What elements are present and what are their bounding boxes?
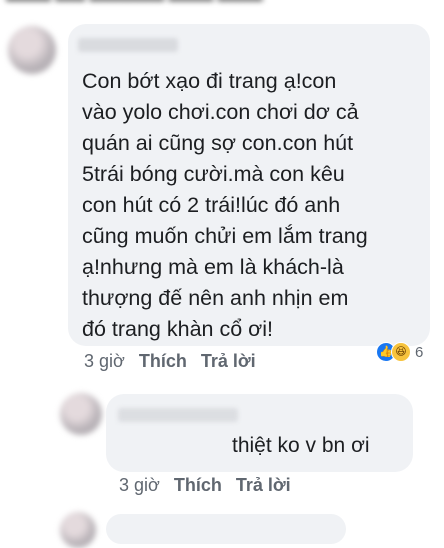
comment-timestamp[interactable]: 3 giờ [84, 351, 125, 372]
reply-like-button[interactable]: Thích [174, 475, 222, 496]
next-avatar-fragment [60, 512, 96, 548]
reply-reply-button[interactable]: Trả lời [236, 475, 291, 496]
reply-text: thiệt ko v bn ơi [232, 434, 370, 457]
next-bubble-fragment [106, 514, 346, 544]
haha-reaction-icon: 😆 [391, 342, 411, 362]
reaction-count: 6 [415, 343, 424, 361]
reply-bubble: thiệt ko v bn ơi [106, 394, 413, 472]
comment-text: Con bớt xạo đi trang ạ!con vào yolo chơi… [82, 69, 368, 341]
commenter-name[interactable] [78, 38, 178, 52]
like-button[interactable]: Thích [139, 351, 187, 372]
previous-comment-fragment: ▬▬▬ ▬▬ ▬▬▬▬▬ ▬▬▬ ▬▬▬ [6, 0, 286, 10]
comment-bubble: Con bớt xạo đi trang ạ!con vào yolo chơi… [68, 24, 430, 346]
reaction-summary[interactable]: 👍 😆 6 [374, 340, 427, 364]
replier-name[interactable] [118, 408, 238, 422]
commenter-avatar[interactable] [8, 26, 56, 74]
comment-actions: 3 giờ Thích Trả lời [84, 351, 256, 372]
reply-button[interactable]: Trả lời [201, 351, 256, 372]
reply-timestamp[interactable]: 3 giờ [119, 475, 160, 496]
replier-avatar[interactable] [60, 393, 102, 435]
reply-actions: 3 giờ Thích Trả lời [119, 475, 291, 496]
